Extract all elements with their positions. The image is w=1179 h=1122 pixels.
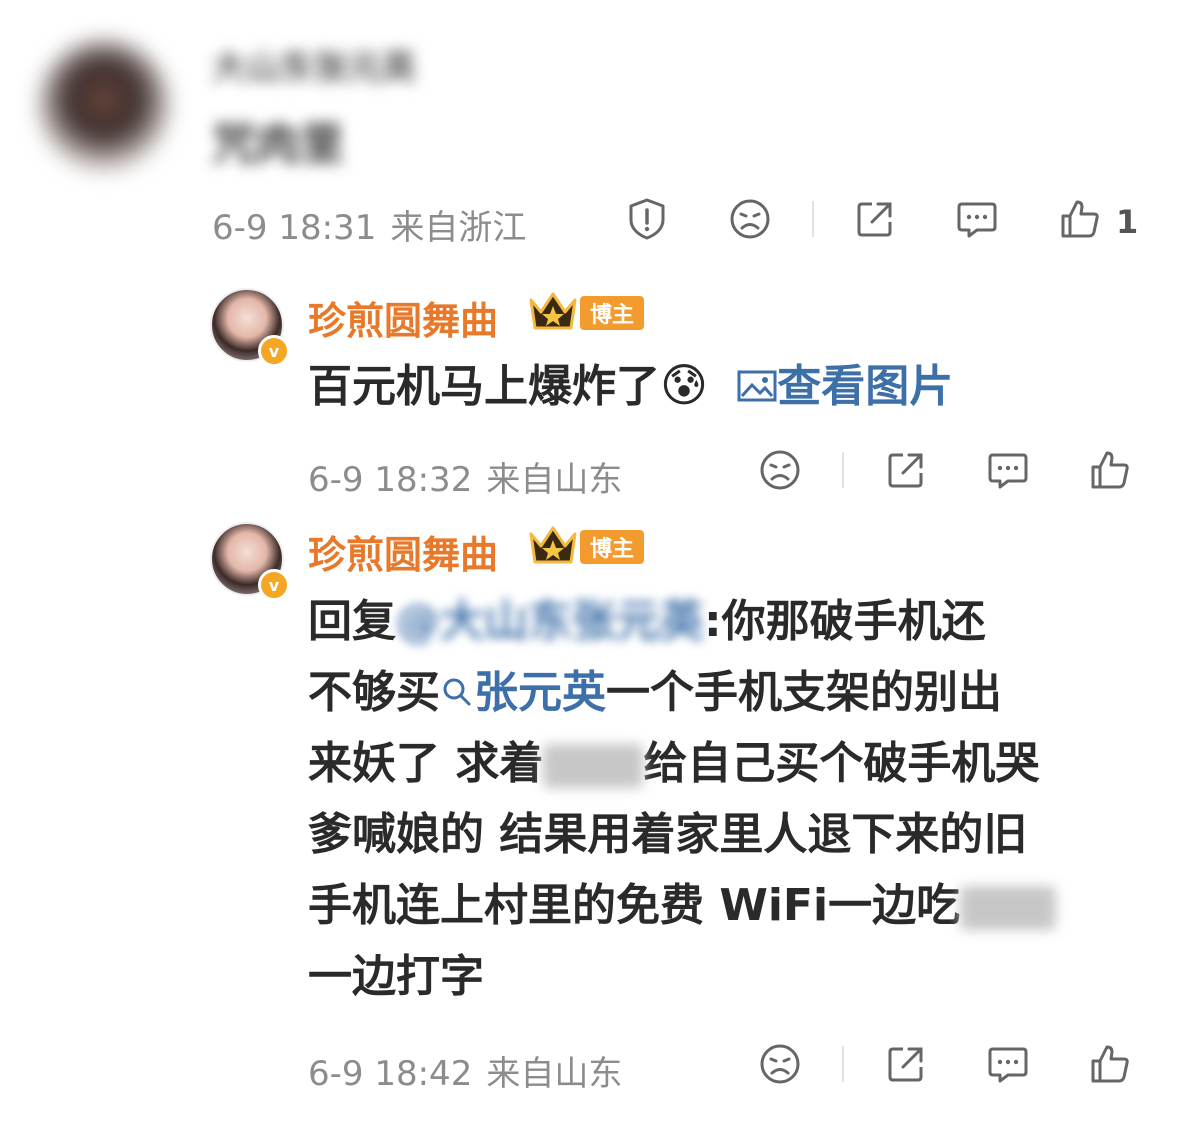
share-icon[interactable] <box>852 196 898 242</box>
user-name[interactable]: 珍煎圆舞曲 <box>308 524 498 579</box>
search-icon <box>443 678 471 706</box>
view-image-link[interactable]: 查看图片 <box>737 361 953 412</box>
comment-icon[interactable] <box>985 447 1031 493</box>
status-badge: 博主 <box>580 530 645 564</box>
report-icon[interactable] <box>624 196 670 242</box>
comment-text: 咒肉里 <box>212 119 344 170</box>
reply-line: 爹喊娘的 结果用着家里人退下来的旧 <box>308 809 1028 860</box>
mention-link[interactable]: @大山东张元英 <box>396 596 704 647</box>
redacted-text <box>543 744 644 788</box>
divider <box>842 452 844 488</box>
reply-line: 不够买 张元英一个手机支架的别出 <box>308 657 1148 728</box>
comment-location: 来自浙江 <box>390 208 527 248</box>
redacted-text <box>960 886 1057 930</box>
reply-text-content: 手机连上村里的免费 WiFi一边吃 <box>308 880 961 931</box>
reply-text-content: 百元机马上爆炸了 <box>308 361 660 412</box>
crown-icon <box>529 526 577 564</box>
topic-text: 张元英 <box>474 667 606 718</box>
reply-time: 6-9 18:32 <box>308 460 473 500</box>
share-icon[interactable] <box>883 1041 929 1087</box>
comment-icon[interactable] <box>985 1041 1031 1087</box>
divider <box>842 1046 844 1082</box>
image-icon <box>737 370 777 402</box>
like-icon[interactable] <box>1057 196 1103 242</box>
verified-icon: v <box>258 569 290 601</box>
like-count: 1 <box>1116 203 1139 241</box>
emoji: 😰 <box>660 358 708 412</box>
reply-text-content: 不够买 <box>308 667 440 718</box>
reply-line: 一边打字 <box>308 951 484 1002</box>
reply-meta: 6-9 18:42 来自山东 <box>308 1046 622 1095</box>
status-badge: 博主 <box>580 296 645 330</box>
like-icon[interactable] <box>1087 1041 1133 1087</box>
reply-location: 来自山东 <box>486 1054 623 1094</box>
dislike-icon[interactable] <box>757 1041 803 1087</box>
reply-time: 6-9 18:42 <box>308 1054 473 1094</box>
reply-text-content: 给自己买个破手机哭 <box>643 738 1040 789</box>
user-name[interactable]: 大山东张元英 <box>212 40 416 89</box>
dislike-icon[interactable] <box>727 196 773 242</box>
reply-prefix: 回复 <box>308 596 396 647</box>
avatar[interactable] <box>38 40 170 172</box>
comment-meta: 6-9 18:31 来自浙江 <box>212 200 526 249</box>
reply-location: 来自山东 <box>486 460 623 500</box>
reply-line: 手机连上村里的免费 WiFi一边吃 <box>308 870 1148 941</box>
reply-text-content: 来妖了 求着 <box>308 738 544 789</box>
user-name[interactable]: 珍煎圆舞曲 <box>308 290 498 345</box>
mention-text: @大山东张元英 <box>396 596 704 647</box>
like-icon[interactable] <box>1087 447 1133 493</box>
crown-icon <box>529 292 577 330</box>
comment-icon[interactable] <box>954 196 1000 242</box>
divider <box>812 201 814 237</box>
reply-line: 回复@大山东张元英:你那破手机还 <box>308 586 1148 657</box>
verified-icon: v <box>258 335 290 367</box>
dislike-icon[interactable] <box>757 447 803 493</box>
comment-time: 6-9 18:31 <box>212 208 377 248</box>
reply-line: 来妖了 求着 给自己买个破手机哭 <box>308 728 1148 799</box>
reply-text: 回复@大山东张元英:你那破手机还 不够买 张元英一个手机支架的别出 来妖了 求着 给… <box>308 586 1148 1012</box>
reply-text: 百元机马上爆炸了😰 查看图片 <box>308 350 953 422</box>
reply-text-content: 一个手机支架的别出 <box>606 667 1002 718</box>
reply-text-content: :你那破手机还 <box>704 596 986 647</box>
view-image-label: 查看图片 <box>777 361 954 412</box>
share-icon[interactable] <box>883 447 929 493</box>
reply-meta: 6-9 18:32 来自山东 <box>308 452 622 501</box>
topic-link[interactable]: 张元英 <box>440 667 606 718</box>
